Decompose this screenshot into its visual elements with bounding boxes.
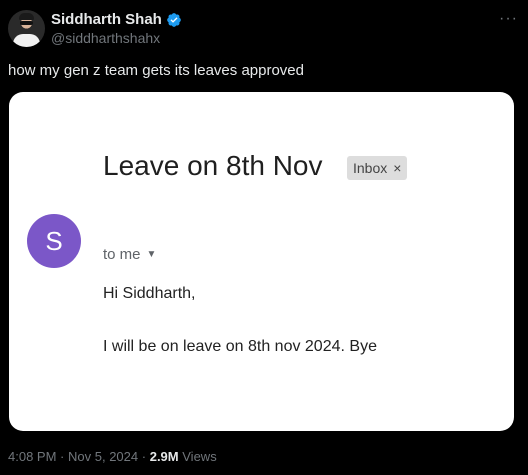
meta-separator: · bbox=[60, 449, 65, 464]
sender-avatar: S bbox=[27, 214, 81, 268]
recipient-text: to me bbox=[103, 246, 141, 263]
chevron-down-icon: ▼ bbox=[146, 249, 157, 260]
author-name-row: Siddharth Shah bbox=[51, 11, 182, 28]
email-screenshot-card[interactable]: Leave on 8th Nov Inbox × S to me ▼ Hi Si… bbox=[9, 92, 514, 431]
author-handle[interactable]: @siddharthshahx bbox=[51, 30, 160, 46]
email-body: I will be on leave on 8th nov 2024. Bye bbox=[103, 338, 377, 355]
inbox-label-chip: Inbox × bbox=[347, 156, 408, 180]
email-subject: Leave on 8th Nov bbox=[103, 150, 323, 181]
tweet-time[interactable]: 4:08 PM bbox=[8, 449, 56, 464]
tweet-date[interactable]: Nov 5, 2024 bbox=[68, 449, 138, 464]
verified-badge-icon bbox=[167, 12, 181, 27]
avatar-glasses bbox=[20, 21, 33, 25]
avatar-hair bbox=[19, 13, 34, 20]
meta-separator: · bbox=[141, 449, 147, 464]
views-count: 2.9M bbox=[149, 449, 179, 464]
avatar-shirt bbox=[13, 34, 40, 47]
views-label: Views bbox=[182, 449, 217, 464]
email-greeting: Hi Siddharth, bbox=[103, 285, 196, 302]
tweet-text: how my gen z team gets its leaves approv… bbox=[8, 62, 304, 79]
close-icon: × bbox=[393, 160, 402, 176]
recipient-line: to me ▼ bbox=[103, 246, 156, 263]
author-avatar[interactable] bbox=[8, 10, 45, 47]
tweet-header: Siddharth Shah @siddharthshahx ··· bbox=[8, 10, 520, 50]
author-display-name[interactable]: Siddharth Shah bbox=[51, 11, 162, 28]
inbox-label-text: Inbox bbox=[353, 160, 388, 176]
tweet-metadata: 4:08 PM · Nov 5, 2024 · 2.9M Views bbox=[8, 449, 217, 464]
more-options-icon[interactable]: ··· bbox=[499, 10, 518, 28]
